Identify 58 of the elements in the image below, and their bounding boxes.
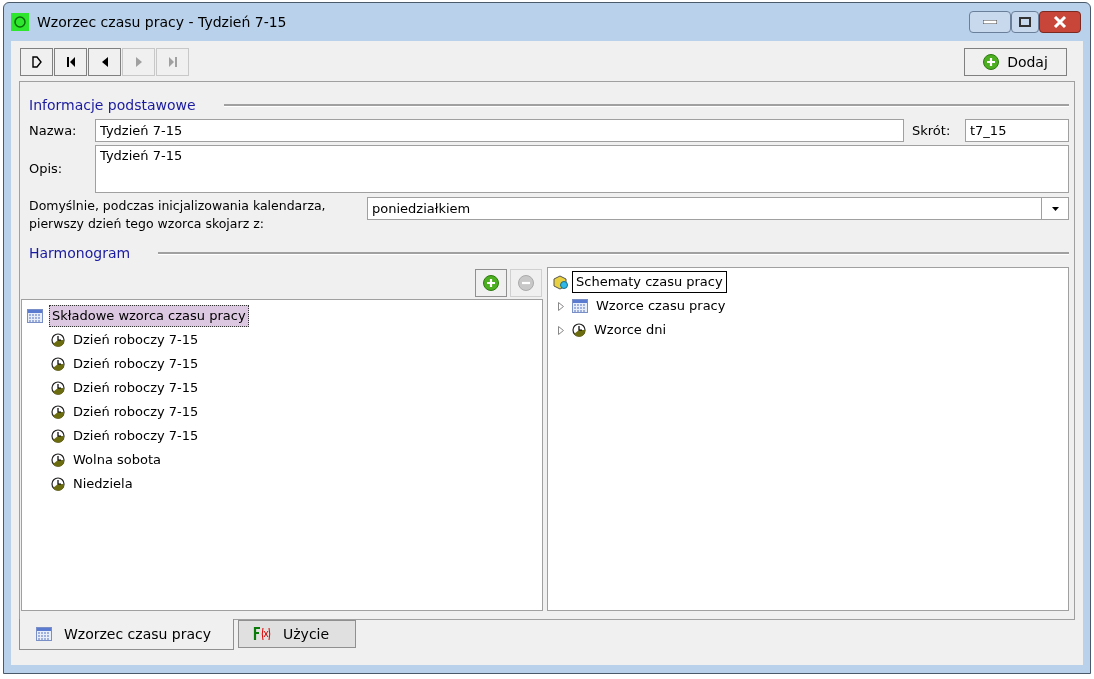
tree-item[interactable]: Wzorce czasu pracy bbox=[596, 296, 726, 316]
tree-item[interactable]: Składowe wzorca czasu pracy bbox=[49, 305, 249, 327]
plus-icon bbox=[483, 275, 499, 291]
navigation-button[interactable] bbox=[88, 48, 121, 76]
minimize-button[interactable] bbox=[969, 11, 1011, 33]
skip-forward-icon bbox=[168, 57, 177, 67]
window-title: Wzorzec czasu pracy - Tydzień 7-15 bbox=[37, 12, 288, 32]
navigation-button[interactable] bbox=[54, 48, 87, 76]
tree-item[interactable]: Dzień roboczy 7-15 bbox=[73, 330, 199, 350]
add-button[interactable]: Dodaj bbox=[964, 48, 1067, 76]
tab[interactable]: Wzorzec czasu pracy bbox=[19, 619, 234, 650]
document-icon bbox=[31, 56, 42, 68]
maximize-button[interactable] bbox=[1011, 11, 1039, 33]
triangle-left-icon bbox=[101, 57, 108, 67]
tree-item[interactable]: Dzień roboczy 7-15 bbox=[73, 378, 199, 398]
calendar-icon bbox=[572, 299, 588, 313]
tab[interactable]: Użycie bbox=[238, 620, 356, 648]
description-field[interactable]: Tydzień 7-15 bbox=[95, 145, 1069, 193]
clock-icon bbox=[51, 333, 65, 347]
minimize-icon bbox=[983, 20, 997, 24]
function-icon bbox=[253, 627, 271, 641]
section-heading: Informacje podstawowe bbox=[29, 95, 196, 115]
field-label: Skrót: bbox=[912, 121, 952, 140]
app-icon bbox=[11, 13, 29, 31]
section-heading: Harmonogram bbox=[29, 243, 131, 263]
field-label: Domyślnie, podczas inicjalizowania kalendarza, pierwszy dzień tego wzorca skojarz z: bbox=[29, 197, 327, 233]
name-field[interactable]: Tydzień 7-15 bbox=[95, 119, 904, 142]
clock-icon bbox=[51, 429, 65, 443]
triangle-right-icon bbox=[135, 57, 142, 67]
clock-icon bbox=[51, 357, 65, 371]
maximize-icon bbox=[1019, 17, 1031, 27]
caret-icon bbox=[1051, 206, 1059, 211]
field-label: Opis: bbox=[29, 160, 64, 179]
close-icon bbox=[1053, 16, 1067, 28]
plus-icon bbox=[983, 54, 1000, 70]
clock-icon bbox=[51, 477, 65, 491]
skip-back-icon bbox=[66, 57, 75, 67]
calendar-icon bbox=[27, 309, 43, 323]
tree-item[interactable]: Wzorce dni bbox=[594, 320, 667, 340]
navigation-button[interactable] bbox=[20, 48, 53, 76]
clock-icon bbox=[572, 323, 586, 337]
tree-item[interactable]: Niedziela bbox=[73, 474, 133, 494]
tree-item[interactable]: Schematy czasu pracy bbox=[572, 271, 727, 293]
tree-item[interactable]: Dzień roboczy 7-15 bbox=[73, 402, 199, 422]
clock-icon bbox=[51, 453, 65, 467]
add-item-button[interactable] bbox=[475, 269, 507, 297]
first-day-dropdown[interactable]: poniedziałkiem bbox=[367, 197, 1069, 220]
short-name-field[interactable]: t7_15 bbox=[965, 119, 1069, 142]
field-label: Nazwa: bbox=[29, 121, 78, 140]
tree-item[interactable]: Wolna sobota bbox=[73, 450, 161, 470]
tree-item[interactable]: Dzień roboczy 7-15 bbox=[73, 354, 199, 374]
minus-icon bbox=[518, 275, 534, 291]
tree-item[interactable]: Dzień roboczy 7-15 bbox=[73, 426, 199, 446]
close-button[interactable] bbox=[1039, 11, 1081, 33]
cube-icon bbox=[552, 274, 568, 290]
clock-icon bbox=[51, 405, 65, 419]
clock-icon bbox=[51, 381, 65, 395]
calendar-icon bbox=[36, 627, 52, 641]
